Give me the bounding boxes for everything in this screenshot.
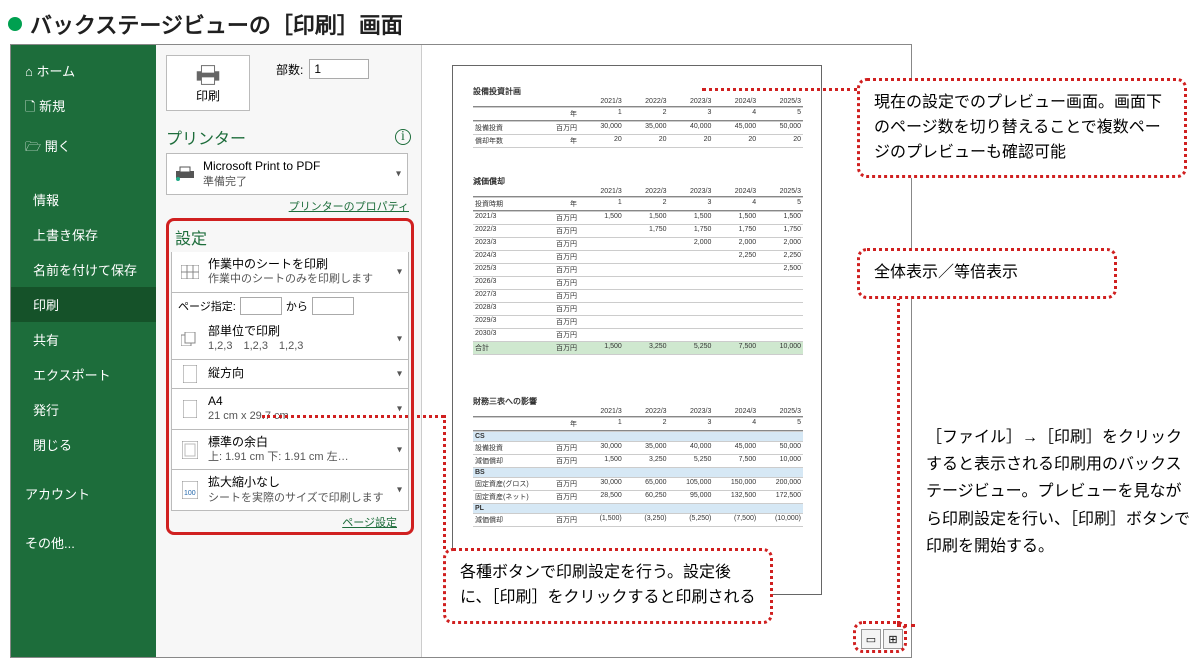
scaling-dropdown[interactable]: 100 拡大縮小なしシートを実際のサイズで印刷します ▾ <box>171 470 409 511</box>
page-to-input[interactable] <box>312 297 354 315</box>
print-button[interactable]: 印刷 <box>166 55 250 111</box>
page-from-input[interactable] <box>240 297 282 315</box>
scale-icon: 100 <box>178 481 202 499</box>
copies-input[interactable] <box>309 59 369 79</box>
collate-dropdown[interactable]: 部単位で印刷1,2,3 1,2,3 1,2,3 ▾ <box>171 319 409 360</box>
grid-icon <box>178 265 202 279</box>
sidebar-item-0[interactable]: ⌂ ホーム <box>11 53 156 88</box>
printer-device-icon <box>173 166 197 182</box>
copies-label: 部数: <box>276 61 303 78</box>
orientation-dropdown[interactable]: 縦方向 ▾ <box>171 360 409 389</box>
callout-preview: 現在の設定でのプレビュー画面。画面下のページ数を切り替えることで複数ページのプレ… <box>857 78 1187 178</box>
sidebar-item-7[interactable]: 共有 <box>11 322 156 357</box>
printer-name: Microsoft Print to PDF <box>203 159 401 175</box>
info-icon[interactable]: i <box>395 129 411 145</box>
callout-settings: 各種ボタンで印刷設定を行う。設定後に、［印刷］をクリックすると印刷される <box>443 548 773 624</box>
bullet-icon <box>8 17 22 31</box>
printer-icon <box>193 63 223 87</box>
page-range-row: ページ指定: から <box>171 293 409 319</box>
settings-box: 設定 作業中のシートを印刷作業中のシートのみを印刷します ▾ ページ指定: から… <box>166 218 414 535</box>
printer-heading: プリンター i <box>166 125 421 149</box>
sidebar-item-8[interactable]: エクスポート <box>11 357 156 392</box>
svg-text:100: 100 <box>184 490 196 497</box>
preview-sheet: 設備投資計画2021/32022/32023/32024/32025/3年123… <box>452 65 822 595</box>
page-setup-link[interactable]: ページ設定 <box>171 514 397 530</box>
portrait-icon <box>178 365 202 383</box>
sidebar-item-1[interactable]: 🗋 新規 <box>11 88 156 128</box>
sidebar: ⌂ ホーム🗋 新規🗁 開く情報上書き保存名前を付けて保存印刷共有エクスポート発行… <box>11 45 156 657</box>
print-button-label: 印刷 <box>196 87 220 104</box>
page-title: バックステージビューの［印刷］画面 <box>0 0 1202 44</box>
printer-properties-link[interactable]: プリンターのプロパティ <box>166 198 409 214</box>
page-title-text: バックステージビューの［印刷］画面 <box>30 8 403 40</box>
sidebar-item-12[interactable]: その他... <box>11 525 156 560</box>
sidebar-item-6[interactable]: 印刷 <box>11 287 156 322</box>
sidebar-item-5[interactable]: 名前を付けて保存 <box>11 252 156 287</box>
sidebar-item-3[interactable]: 情報 <box>11 182 156 217</box>
collate-icon <box>178 332 202 346</box>
margins-dropdown[interactable]: 標準の余白上: 1.91 cm 下: 1.91 cm 左… ▾ <box>171 430 409 471</box>
margins-icon <box>178 441 202 459</box>
sidebar-item-9[interactable]: 発行 <box>11 392 156 427</box>
printer-dropdown[interactable]: Microsoft Print to PDF 準備完了 ▾ <box>166 153 408 195</box>
sidebar-item-4[interactable]: 上書き保存 <box>11 217 156 252</box>
printer-status: 準備完了 <box>203 175 401 189</box>
copies-row: 部数: <box>276 59 369 79</box>
page-icon <box>178 400 202 418</box>
print-settings-pane: 印刷 部数: プリンター i Microsoft Print to PDF 準備… <box>156 45 421 657</box>
paper-dropdown[interactable]: A421 cm x 29.7 cm ▾ <box>171 389 409 430</box>
sidebar-item-11[interactable]: アカウント <box>11 476 156 511</box>
sidebar-item-2[interactable]: 🗁 開く <box>11 128 156 168</box>
settings-heading: 設定 <box>175 225 207 249</box>
callout-zoom: 全体表示／等倍表示 <box>857 248 1117 299</box>
chevron-down-icon: ▾ <box>396 168 401 179</box>
sidebar-item-10[interactable]: 閉じる <box>11 427 156 462</box>
description-text: ［ファイル］→［印刷］をクリックすると表示される印刷用のバックステージビュー。プ… <box>926 424 1190 560</box>
print-what-dropdown[interactable]: 作業中のシートを印刷作業中のシートのみを印刷します ▾ <box>171 252 409 293</box>
